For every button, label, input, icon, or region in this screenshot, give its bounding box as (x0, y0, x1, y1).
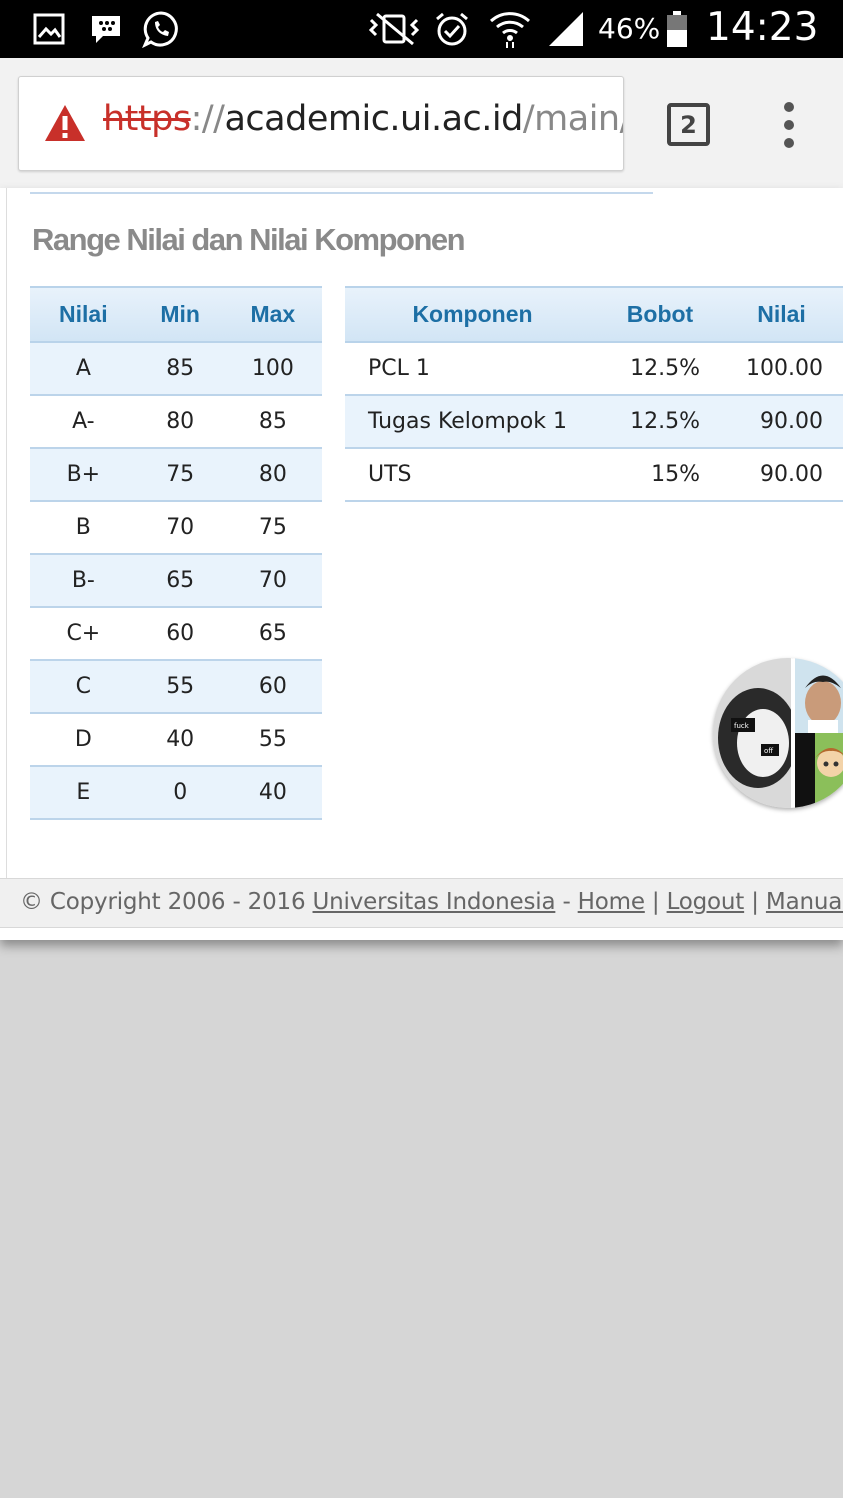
grade-cell: A (30, 342, 137, 396)
table-row: A 85 100 (30, 342, 322, 396)
max-cell: 65 (223, 607, 322, 661)
browser-toolbar: https://academic.ui.ac.id/main/ 2 (0, 58, 843, 188)
component-name-cell: UTS (345, 448, 600, 502)
url-host: academic.ui.ac.id (224, 99, 523, 139)
page-border (6, 188, 7, 878)
column-header-min: Min (136, 286, 224, 343)
grade-cell: D (30, 713, 137, 767)
table-row: B- 65 70 (30, 554, 322, 608)
battery-icon (664, 10, 690, 48)
chat-head-avatar[interactable]: fuck off (713, 658, 843, 808)
column-header-komponen: Komponen (345, 286, 600, 343)
max-cell: 60 (223, 660, 322, 714)
grade-cell: C (30, 660, 137, 714)
table-row: Tugas Kelompok 1 12.5% 90.00 (345, 395, 843, 449)
whatsapp-icon (140, 10, 182, 48)
min-cell: 80 (136, 395, 224, 449)
max-cell: 85 (223, 395, 322, 449)
university-link[interactable]: Universitas Indonesia (313, 889, 556, 915)
url-text[interactable]: https://academic.ui.ac.id/main/ (103, 99, 624, 139)
weight-cell: 12.5% (600, 395, 720, 449)
table-row: PCL 1 12.5% 100.00 (345, 342, 843, 396)
vibrate-icon (366, 10, 422, 48)
max-cell: 40 (223, 766, 322, 820)
table-row: E 0 40 (30, 766, 322, 820)
url-separator: :// (190, 99, 225, 139)
table-row: C+ 60 65 (30, 607, 322, 661)
clock: 14:23 (706, 5, 819, 50)
section-title: Range Nilai dan Nilai Komponen (32, 222, 466, 257)
divider (30, 192, 653, 194)
home-link[interactable]: Home (578, 889, 645, 915)
footer-separator: | (744, 889, 766, 915)
weight-cell: 12.5% (600, 342, 720, 396)
footer-text: © Copyright 2006 - 2016 Universitas Indo… (20, 889, 843, 915)
max-cell: 80 (223, 448, 322, 502)
page-content: Range Nilai dan Nilai Komponen Nilai Min… (0, 188, 843, 940)
logout-link[interactable]: Logout (667, 889, 745, 915)
max-cell: 70 (223, 554, 322, 608)
min-cell: 70 (136, 501, 224, 555)
max-cell: 55 (223, 713, 322, 767)
max-cell: 75 (223, 501, 322, 555)
sticker-label: off (764, 747, 773, 755)
tab-switcher-button[interactable]: 2 (667, 103, 710, 146)
min-cell: 40 (136, 713, 224, 767)
overflow-menu-button[interactable] (776, 102, 802, 148)
signal-icon (546, 10, 586, 48)
grade-range-table: Nilai Min Max A 85 100 A- 80 85 B+ 75 80 B 70 75… (30, 286, 322, 820)
min-cell: 65 (136, 554, 224, 608)
manual-link[interactable]: Manual (766, 889, 843, 915)
score-cell: 100.00 (720, 342, 843, 396)
max-cell: 100 (223, 342, 322, 396)
security-warning-icon[interactable] (43, 103, 87, 143)
grade-cell: B+ (30, 448, 137, 502)
table-row: D 40 55 (30, 713, 322, 767)
min-cell: 85 (136, 342, 224, 396)
table-row: B+ 75 80 (30, 448, 322, 502)
column-header-nilai: Nilai (30, 286, 137, 343)
component-name-cell: Tugas Kelompok 1 (345, 395, 600, 449)
min-cell: 0 (136, 766, 224, 820)
address-bar[interactable]: https://academic.ui.ac.id/main/ (18, 76, 624, 171)
wifi-icon (488, 10, 532, 48)
battery-percent: 46% (598, 12, 661, 45)
grade-cell: E (30, 766, 137, 820)
weight-cell: 15% (600, 448, 720, 502)
component-score-table: Komponen Bobot Nilai PCL 1 12.5% 100.00 Tu… (345, 286, 843, 502)
component-name-cell: PCL 1 (345, 342, 600, 396)
status-bar: 46% 14:23 (0, 0, 843, 58)
min-cell: 55 (136, 660, 224, 714)
copyright-text: © Copyright 2006 - 2016 (20, 889, 313, 915)
url-path: /main/ (522, 99, 624, 139)
bbm-icon (88, 10, 124, 48)
score-cell: 90.00 (720, 448, 843, 502)
table-row: UTS 15% 90.00 (345, 448, 843, 502)
table-row: C 55 60 (30, 660, 322, 714)
url-scheme: https (103, 99, 191, 139)
gallery-icon (32, 10, 66, 48)
footer: © Copyright 2006 - 2016 Universitas Indo… (0, 878, 843, 928)
score-cell: 90.00 (720, 395, 843, 449)
grade-cell: C+ (30, 607, 137, 661)
sticker-label: fuck (734, 722, 750, 730)
column-header-nilai: Nilai (720, 286, 843, 343)
min-cell: 60 (136, 607, 224, 661)
min-cell: 75 (136, 448, 224, 502)
table-row: B 70 75 (30, 501, 322, 555)
alarm-icon (432, 10, 472, 48)
table-row: A- 80 85 (30, 395, 322, 449)
footer-dash: - (555, 889, 578, 915)
footer-separator: | (644, 889, 667, 915)
column-header-max: Max (223, 286, 322, 343)
grade-cell: B (30, 501, 137, 555)
grade-cell: B- (30, 554, 137, 608)
grade-cell: A- (30, 395, 137, 449)
column-header-bobot: Bobot (600, 286, 720, 343)
